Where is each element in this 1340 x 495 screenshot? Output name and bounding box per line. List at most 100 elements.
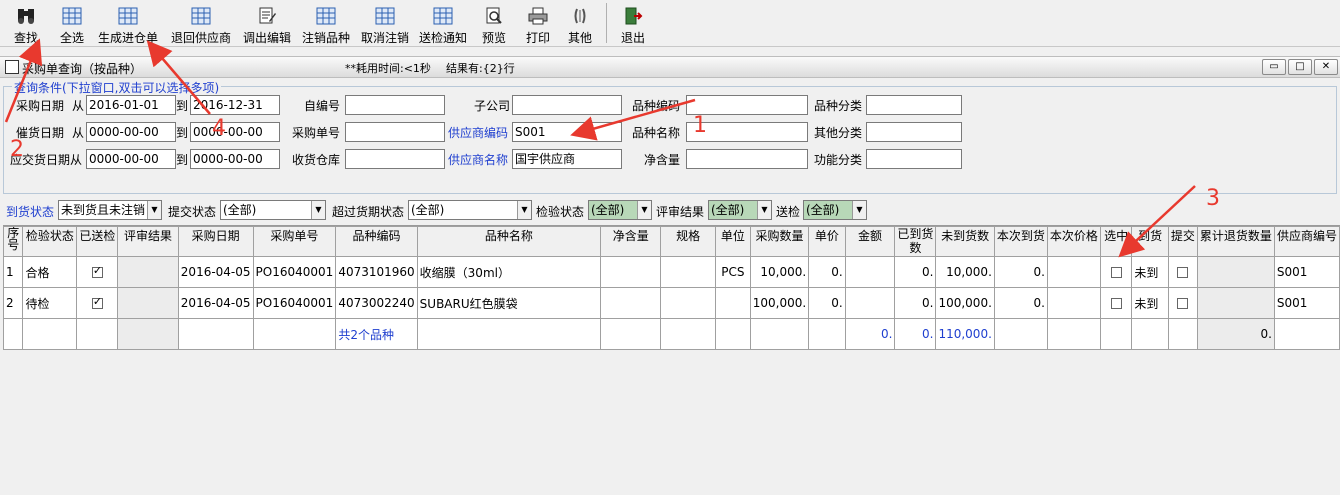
find-button[interactable]: 查找 bbox=[0, 0, 52, 46]
generate-warehouse-receipt-button[interactable]: 生成进仓单 bbox=[92, 0, 164, 46]
self-no-input[interactable] bbox=[345, 95, 445, 115]
cell-net bbox=[600, 287, 662, 319]
sent-checkbox[interactable] bbox=[91, 264, 103, 278]
cell-selected[interactable] bbox=[1099, 256, 1133, 288]
col-header[interactable]: 选中 bbox=[1099, 226, 1133, 257]
edit-out-button[interactable]: 调出编辑 bbox=[238, 0, 296, 46]
to-label: 到 bbox=[176, 153, 189, 167]
cell-selected[interactable] bbox=[1099, 287, 1133, 319]
select-checkbox[interactable] bbox=[1110, 267, 1122, 278]
item-code-input[interactable] bbox=[686, 95, 808, 115]
cell-returned bbox=[1196, 256, 1275, 288]
net-input[interactable] bbox=[686, 149, 808, 169]
cell-empty bbox=[660, 318, 716, 350]
cell-date: 2016-04-05 bbox=[177, 287, 254, 319]
cell-this-price[interactable] bbox=[1046, 287, 1101, 319]
other-button[interactable]: 其他 bbox=[560, 0, 600, 46]
col-header[interactable]: 采购单号 bbox=[252, 226, 337, 257]
net-label: 净含量 bbox=[644, 153, 681, 167]
col-header[interactable]: 品种编码 bbox=[335, 226, 418, 257]
col-header[interactable]: 到货 bbox=[1131, 226, 1169, 257]
col-header[interactable]: 检验状态 bbox=[22, 226, 78, 257]
cell-empty bbox=[252, 318, 337, 350]
sent-checkbox[interactable] bbox=[91, 295, 103, 309]
maximize-button[interactable]: □ bbox=[1288, 59, 1312, 75]
due-date-from-input[interactable]: 0000-00-00 bbox=[86, 149, 176, 169]
col-header[interactable]: 品种名称 bbox=[416, 226, 602, 257]
col-header[interactable]: 评审结果 bbox=[117, 226, 179, 257]
submit-checkbox[interactable] bbox=[1177, 267, 1189, 278]
cell-this-arrival[interactable]: 0. bbox=[993, 256, 1048, 288]
col-header[interactable]: 金额 bbox=[844, 226, 896, 257]
purchase-date-from-input[interactable]: 2016-01-01 bbox=[86, 95, 176, 115]
ship-date-to-input[interactable]: 0000-00-00 bbox=[190, 122, 280, 142]
col-header[interactable]: 采购数量 bbox=[749, 226, 810, 257]
col-header[interactable]: 本次到货 bbox=[993, 226, 1048, 257]
col-header[interactable]: 净含量 bbox=[600, 226, 662, 257]
annotation-number-3: 3 bbox=[1206, 186, 1220, 211]
cell-seq: 1 bbox=[2, 256, 24, 288]
ship-date-from-input[interactable]: 0000-00-00 bbox=[86, 122, 176, 142]
exit-button[interactable]: 退出 bbox=[613, 0, 653, 46]
col-header[interactable]: 本次价格 bbox=[1046, 226, 1101, 257]
subsidiary-input[interactable] bbox=[512, 95, 622, 115]
func-category-input[interactable] bbox=[866, 149, 962, 169]
cell-po: PO16040001 bbox=[252, 287, 337, 319]
col-header[interactable]: 规格 bbox=[660, 226, 716, 257]
col-header[interactable]: 单位 bbox=[714, 226, 751, 257]
cell-submit[interactable] bbox=[1167, 256, 1198, 288]
minimize-button[interactable]: ▭ bbox=[1262, 59, 1286, 75]
cell-code: 4073101960 bbox=[335, 256, 418, 288]
purchase-date-to-input[interactable]: 2016-12-31 bbox=[190, 95, 280, 115]
col-header[interactable]: 已到货数 bbox=[894, 226, 937, 257]
cell-sent[interactable] bbox=[76, 256, 119, 288]
table-row[interactable]: 1 合格 2016-04-05 PO16040001 4073101960 收缩… bbox=[2, 256, 1340, 288]
from-label: 从 bbox=[72, 99, 85, 113]
col-header[interactable]: 累计退货数量 bbox=[1196, 226, 1275, 257]
inspection-notice-button[interactable]: 送检通知 bbox=[414, 0, 472, 46]
undo-cancel-button[interactable]: 取消注销 bbox=[356, 0, 414, 46]
inspect-status-select[interactable]: (全部) ▼ bbox=[588, 200, 652, 220]
cell-empty bbox=[993, 318, 1048, 350]
print-button[interactable]: 打印 bbox=[516, 0, 560, 46]
arrival-status-select[interactable]: 未到货且未注销 ▼ bbox=[58, 200, 162, 220]
col-header[interactable]: 提交 bbox=[1167, 226, 1198, 257]
preview-button[interactable]: 预览 bbox=[472, 0, 516, 46]
cell-date: 2016-04-05 bbox=[177, 256, 254, 288]
cell-empty bbox=[1046, 318, 1101, 350]
send-inspect-select[interactable]: (全部) ▼ bbox=[803, 200, 867, 220]
supplier-name-input[interactable]: 国宇供应商 bbox=[512, 149, 622, 169]
overdue-status-select[interactable]: (全部) ▼ bbox=[408, 200, 532, 220]
po-no-input[interactable] bbox=[345, 122, 445, 142]
select-all-button[interactable]: 全选 bbox=[52, 0, 92, 46]
due-date-to-input[interactable]: 0000-00-00 bbox=[190, 149, 280, 169]
warehouse-input[interactable] bbox=[345, 149, 445, 169]
cell-review bbox=[117, 256, 179, 288]
col-header[interactable]: 序号 bbox=[2, 226, 24, 257]
col-header[interactable]: 已送检 bbox=[76, 226, 119, 257]
col-header[interactable]: 未到货数 bbox=[935, 226, 995, 257]
select-checkbox[interactable] bbox=[1110, 298, 1122, 309]
supplier-code-input[interactable]: S001 bbox=[512, 122, 622, 142]
submit-status-select[interactable]: (全部) ▼ bbox=[220, 200, 326, 220]
table-header-row: 序号 检验状态 已送检 评审结果 采购日期 采购单号 品种编码 品种名称 净含量… bbox=[2, 226, 1340, 257]
cell-submit[interactable] bbox=[1167, 287, 1198, 319]
category-input[interactable] bbox=[866, 95, 962, 115]
cancel-item-button[interactable]: 注销品种 bbox=[296, 0, 356, 46]
return-to-supplier-button[interactable]: 退回供应商 bbox=[164, 0, 238, 46]
submit-checkbox[interactable] bbox=[1177, 298, 1189, 309]
cell-this-price[interactable] bbox=[1046, 256, 1101, 288]
cell-this-arrival[interactable]: 0. bbox=[993, 287, 1048, 319]
cell-unarrived: 100,000. bbox=[935, 287, 995, 319]
review-result-select[interactable]: (全部) ▼ bbox=[708, 200, 772, 220]
col-header[interactable]: 单价 bbox=[808, 226, 846, 257]
close-button[interactable]: ✕ bbox=[1314, 59, 1338, 75]
other-category-input[interactable] bbox=[866, 122, 962, 142]
item-code-label: 品种编码 bbox=[632, 99, 681, 113]
cell-supplier: S001 bbox=[1273, 287, 1340, 319]
table-row[interactable]: 2 待检 2016-04-05 PO16040001 4073002240 SU… bbox=[2, 287, 1340, 319]
return-to-supplier-label: 退回供应商 bbox=[170, 31, 231, 45]
col-header[interactable]: 采购日期 bbox=[177, 226, 254, 257]
col-header[interactable]: 供应商编号 bbox=[1273, 226, 1340, 257]
cell-sent[interactable] bbox=[76, 287, 119, 319]
